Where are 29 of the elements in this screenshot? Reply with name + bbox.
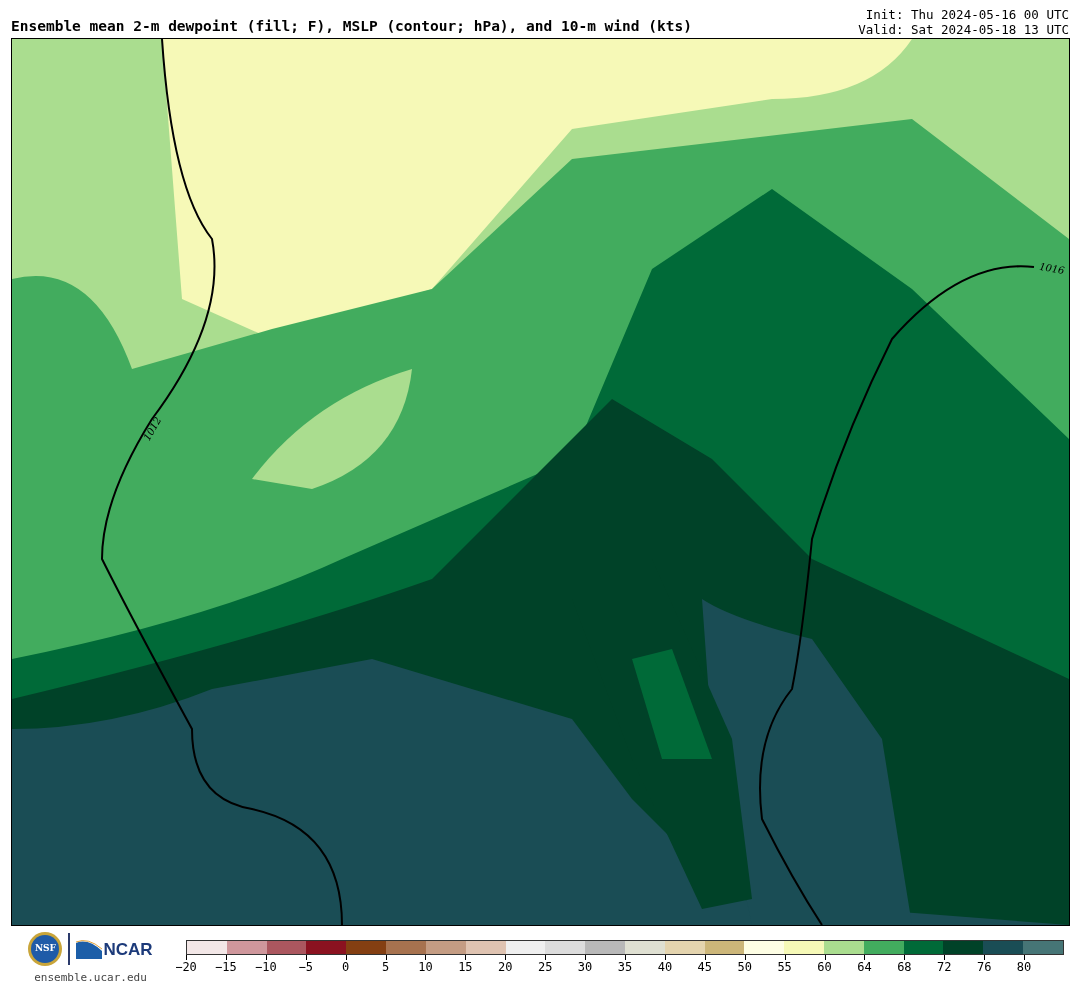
scale-label: −15 bbox=[215, 961, 237, 973]
scale-label: 68 bbox=[897, 961, 912, 973]
scale-label: 40 bbox=[657, 961, 673, 973]
nsf-logo: NSF bbox=[28, 932, 63, 966]
website-url: ensemble.ucar.edu bbox=[34, 970, 147, 986]
scale-label: −10 bbox=[254, 961, 277, 973]
valid-time: Valid: Sat 2024-05-18 13 UTC bbox=[858, 22, 1069, 37]
scale-label: 0 bbox=[342, 961, 350, 973]
scale-label: 60 bbox=[817, 961, 832, 973]
scale-label: 64 bbox=[857, 961, 872, 973]
scale-label: −20 bbox=[175, 961, 197, 973]
scale-label: 20 bbox=[498, 961, 513, 973]
scale-label: 15 bbox=[458, 961, 473, 973]
scale-label: 55 bbox=[777, 961, 792, 973]
scale-label: 30 bbox=[577, 961, 593, 973]
scale-label: 25 bbox=[537, 961, 553, 973]
scale-label: 50 bbox=[737, 961, 752, 973]
scale-label: 80 bbox=[1016, 961, 1032, 973]
ncar-logo: NCAR bbox=[76, 939, 153, 959]
scale-label: 35 bbox=[617, 961, 633, 973]
scale-label: 10 bbox=[418, 961, 433, 973]
init-time: Init: Thu 2024-05-16 00 UTC bbox=[865, 7, 1069, 22]
contour-label: 1016 bbox=[1038, 261, 1066, 277]
scale-label: 76 bbox=[976, 961, 992, 973]
scale-label: 72 bbox=[937, 961, 952, 973]
chart-title: Ensemble mean 2-m dewpoint (fill; F), MSLP (contour; hPa), and 10-m wind (kts) bbox=[11, 18, 692, 36]
scale-label: 5 bbox=[381, 961, 390, 973]
scale-label: −5 bbox=[298, 961, 313, 973]
scale-label: 45 bbox=[697, 961, 713, 973]
